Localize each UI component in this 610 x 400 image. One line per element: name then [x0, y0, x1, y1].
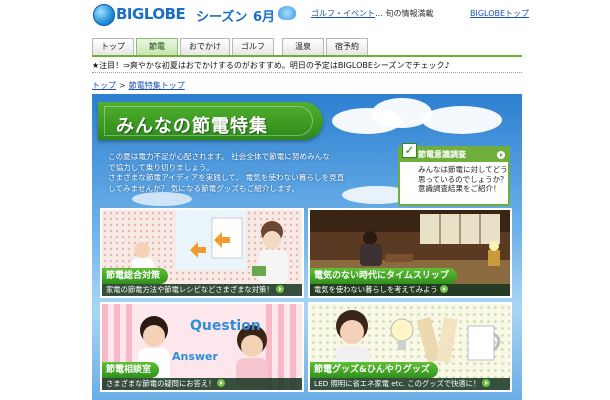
answer-text: Answer: [172, 350, 219, 363]
tab-yado[interactable]: 宿予約: [326, 38, 368, 55]
survey-box[interactable]: 節電意識調査 ✓ みんなは節電に対してどう思っているのでしょうか？意識調査結果を…: [398, 143, 510, 206]
card-caption-text: 家電の節電方法や節電レシピなどさまざまな対策！: [106, 285, 274, 294]
logo-month-text: 6月: [253, 10, 276, 25]
breadcrumb: トップ > 節電特集トップ: [92, 80, 185, 91]
arrow-right-icon: [217, 379, 226, 387]
card-title: 電気のない時代にタイムスリップ: [310, 268, 457, 284]
card-soudanshitsu[interactable]: Question Answer 節電相談室 さまざまな節電の疑問にお答え！: [100, 302, 304, 392]
checkmark-icon: ✓: [402, 143, 417, 158]
intro-line: さまざまな節電アイディアを実践して、 電気を使わない暮らしを見直: [108, 173, 345, 182]
arrow-right-icon: [482, 379, 491, 387]
arrow-right-icon: [439, 285, 448, 293]
cloud-decoration: [132, 192, 192, 206]
card-caption-text: さまざまな節電の疑問にお答え！: [106, 379, 216, 388]
card-title: 節電グッズ&ひんやりグッズ: [310, 362, 438, 378]
tab-setsuden[interactable]: 節電: [136, 38, 178, 55]
card-title: 節電相談室: [102, 362, 160, 378]
card-caption: LED 照明に省エネ家電 etc. このグッズで快適に！: [310, 378, 510, 390]
card-setsuden-sogo[interactable]: 節電総合対策 家電の節電方法や節電レシピなどさまざまな対策！: [100, 208, 304, 298]
page-title: みんなの節電特集: [116, 116, 268, 137]
tab-top[interactable]: トップ: [92, 38, 134, 55]
feature-panel: みんなの節電特集 この夏は電力不足が心配されます。 社会全体で節電に努めみんな …: [92, 94, 522, 400]
tagline-text: … 旬の情報満載: [375, 9, 434, 18]
notice-banner[interactable]: ★注目！⇒爽やかな初夏はおでかけするのがおすすめ。明日の予定はBIGLOBEシー…: [92, 59, 522, 73]
question-text: Question: [190, 318, 261, 334]
tagline: ゴルフ・イベント… 旬の情報満載: [311, 8, 434, 19]
title-banner: みんなの節電特集: [98, 102, 323, 140]
breadcrumb-home[interactable]: トップ: [92, 81, 116, 90]
tabs-divider: [92, 55, 522, 57]
biglobe-top-link[interactable]: BIGLOBEトップ: [470, 8, 529, 19]
survey-title-text: 節電意識調査: [418, 150, 466, 159]
survey-description: みんなは節電に対してどう思っているのでしょうか？意識調査結果をご紹介！: [418, 165, 508, 193]
site-logo[interactable]: BIGLOBE: [116, 5, 186, 23]
logo-season-text: シーズン: [196, 10, 248, 25]
tagline-link[interactable]: ゴルフ・イベント: [311, 9, 375, 18]
site-header: BIGLOBE シーズン 6月 ゴルフ・イベント… 旬の情報満載 BIGLOBE…: [0, 0, 610, 33]
intro-line: で協力して乗り切りましょう。: [108, 162, 214, 172]
card-caption: さまざまな節電の疑問にお答え！: [102, 378, 302, 390]
tab-golf[interactable]: ゴルフ: [232, 38, 274, 55]
breadcrumb-separator: >: [119, 81, 126, 90]
card-caption-text: 電気を使わない暮らしを考えてみよう: [314, 285, 438, 294]
nav-tabs: トップ 節電 おでかけ ゴルフ 温泉 宿予約: [92, 38, 368, 55]
intro-line: この夏は電力不足が心配されます。 社会全体で節電に努めみんな: [108, 152, 330, 161]
tab-onsen[interactable]: 温泉: [282, 38, 324, 55]
wave-icon: [278, 6, 296, 20]
biglobe-globe-icon[interactable]: [93, 4, 115, 26]
intro-text: この夏は電力不足が心配されます。 社会全体で節電に努めみんな で協力して乗り切り…: [108, 152, 358, 194]
breadcrumb-current[interactable]: 節電特集トップ: [129, 81, 185, 90]
tab-odekake[interactable]: おでかけ: [180, 38, 230, 55]
intro-line: してみませんか？ 気になる節電グッズもご紹介します。: [108, 183, 300, 193]
card-time-slip[interactable]: 電気のない時代にタイムスリップ 電気を使わない暮らしを考えてみよう: [308, 208, 512, 298]
card-caption: 電気を使わない暮らしを考えてみよう: [310, 284, 510, 296]
card-caption-text: LED 照明に省エネ家電 etc. このグッズで快適に！: [314, 379, 481, 388]
cloud-decoration: [422, 106, 502, 134]
card-title: 節電総合対策: [102, 268, 169, 284]
card-caption: 家電の節電方法や節電レシピなどさまざまな対策！: [102, 284, 302, 296]
arrow-right-icon: [275, 285, 284, 293]
arrow-right-icon: [497, 151, 505, 159]
card-goods[interactable]: 節電グッズ&ひんやりグッズ LED 照明に省エネ家電 etc. このグッズで快適…: [308, 302, 512, 392]
